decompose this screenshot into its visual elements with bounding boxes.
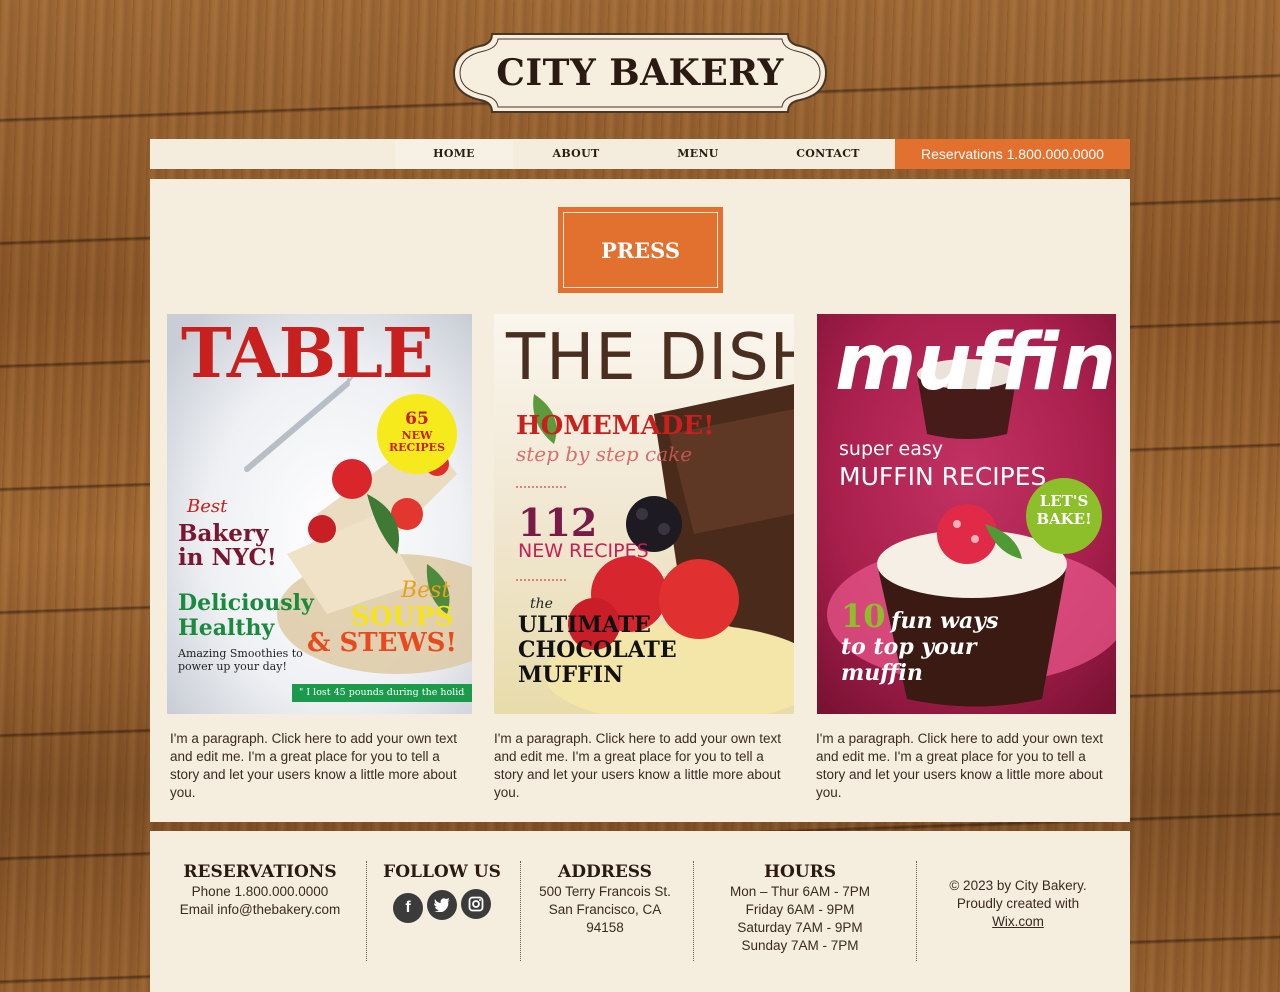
cover-table-deliciously: Deliciously xyxy=(178,590,314,616)
twitter-icon[interactable] xyxy=(427,890,457,920)
cover-table-badge-num: 65 xyxy=(405,409,429,429)
cover-muffin-bake: BAKE! xyxy=(1036,510,1092,528)
nav-about[interactable]: ABOUT xyxy=(520,139,632,169)
cover-muffin-totop: to top your xyxy=(841,634,977,660)
press-paragraph-2[interactable]: I'm a paragraph. Click here to add your … xyxy=(494,730,794,802)
press-paragraph-3[interactable]: I'm a paragraph. Click here to add your … xyxy=(816,730,1116,802)
cover-dish-chocolate: CHOCOLATE xyxy=(518,637,677,663)
nav-contact[interactable]: CONTACT xyxy=(770,139,886,169)
footer-follow: FOLLOW US f xyxy=(380,861,504,923)
nav-home[interactable]: HOME xyxy=(395,139,513,169)
magazine-cover-muffin[interactable]: muffin super easy MUFFIN RECIPES LET'S B… xyxy=(817,314,1116,714)
cover-muffin-masthead: muffin xyxy=(835,318,1116,408)
cover-dish-ultimate: ULTIMATE xyxy=(518,612,651,638)
main-nav: HOME ABOUT MENU CONTACT Reservations 1.8… xyxy=(150,139,1130,169)
cover-muffin-recipes: MUFFIN RECIPES xyxy=(839,462,1047,491)
cover-table-quote: " I lost 45 pounds during the holidays" xyxy=(299,688,465,698)
cover-table-best2: Best xyxy=(401,578,451,603)
nav-menu[interactable]: MENU xyxy=(642,139,754,169)
logo-text: CITY BAKERY xyxy=(496,52,784,94)
cover-muffin-muffin: muffin xyxy=(841,660,923,686)
cover-table-smoothies1: Amazing Smoothies to xyxy=(178,647,303,660)
reservations-button[interactable]: Reservations 1.800.000.0000 xyxy=(895,139,1130,169)
cover-table-nyc: in NYC! xyxy=(178,544,277,571)
cover-dish-muffin: MUFFIN xyxy=(518,662,624,688)
footer-hours-line: Sunday 7AM - 7PM xyxy=(741,938,859,953)
cover-table-healthy: Healthy xyxy=(178,615,275,641)
footer-divider xyxy=(520,861,521,961)
footer-hours-line: Saturday 7AM - 9PM xyxy=(737,920,863,935)
footer-copyright: © 2023 by City Bakery. Proudly created w… xyxy=(930,877,1106,931)
cover-table-stews: & STEWS! xyxy=(307,628,457,658)
cover-table-badge-new: NEW xyxy=(401,429,433,442)
footer-address-line: 94158 xyxy=(586,920,624,935)
cover-table-bakery: Bakery xyxy=(178,520,269,547)
footer-divider xyxy=(916,861,917,961)
cover-muffin-lets: LET'S xyxy=(1039,492,1089,510)
cover-muffin-funways: fun ways xyxy=(891,608,999,634)
cover-muffin-10: 10 xyxy=(841,597,886,635)
site-logo[interactable]: CITY BAKERY xyxy=(452,32,828,114)
footer-hours-title: HOURS xyxy=(763,862,837,882)
footer-hours: HOURS Mon – Thur 6AM - 7PM Friday 6AM - … xyxy=(710,861,890,955)
cover-table-smoothies2: power up your day! xyxy=(178,660,287,673)
footer-follow-title: FOLLOW US xyxy=(383,862,501,882)
footer-phone: Phone 1.800.000.0000 xyxy=(191,884,329,899)
instagram-icon[interactable] xyxy=(461,889,491,919)
press-title-box: PRESS xyxy=(558,207,723,293)
cover-table-badge-recipes: RECIPES xyxy=(388,441,446,454)
press-section: PRESS TABLE 65 NEW RECIPES Best Bakery i… xyxy=(150,179,1130,822)
cover-table-masthead: TABLE xyxy=(181,314,434,394)
footer-reservations-title: RESERVATIONS xyxy=(183,862,337,882)
footer-address-title: ADDRESS xyxy=(558,862,652,882)
footer-reservations: RESERVATIONS Phone 1.800.000.0000 Email … xyxy=(170,861,350,919)
cover-table-best: Best xyxy=(187,496,228,517)
press-title: PRESS xyxy=(563,212,718,288)
footer-divider xyxy=(366,861,367,961)
footer-hours-line: Friday 6AM - 9PM xyxy=(745,902,855,917)
facebook-icon[interactable]: f xyxy=(393,893,423,923)
cover-dish-masthead: THE DISH xyxy=(506,321,794,395)
footer-divider xyxy=(693,861,694,961)
wix-link[interactable]: Wix.com xyxy=(992,914,1044,929)
footer-email[interactable]: Email info@thebakery.com xyxy=(170,901,350,919)
press-paragraph-1[interactable]: I'm a paragraph. Click here to add your … xyxy=(170,730,470,802)
cover-dish-homemade: HOMEMADE! xyxy=(516,411,715,441)
cover-dish-the: the xyxy=(530,596,553,612)
cover-dish-newrecipes: NEW RECIPES xyxy=(518,540,649,562)
footer-address: ADDRESS 500 Terry Francois St. San Franc… xyxy=(530,861,680,937)
created-with-text: Proudly created with xyxy=(956,896,1080,911)
cover-muffin-supereasy: super easy xyxy=(839,438,944,460)
magazine-cover-table[interactable]: TABLE 65 NEW RECIPES Best Bakery in NYC!… xyxy=(167,314,472,714)
cover-table-soups: SOUPS xyxy=(351,602,454,632)
cover-dish-stepcake: step by step cake xyxy=(516,442,693,466)
footer-address-line: 500 Terry Francois St. xyxy=(539,884,671,899)
cover-dish-112: 112 xyxy=(518,500,598,545)
copyright-text: © 2023 by City Bakery. xyxy=(949,878,1087,893)
site-footer: RESERVATIONS Phone 1.800.000.0000 Email … xyxy=(150,831,1130,992)
footer-hours-line: Mon – Thur 6AM - 7PM xyxy=(729,884,871,899)
footer-address-line: San Francisco, CA xyxy=(548,902,662,917)
magazine-cover-dish[interactable]: THE DISH HOMEMADE! step by step cake 112… xyxy=(494,314,794,714)
